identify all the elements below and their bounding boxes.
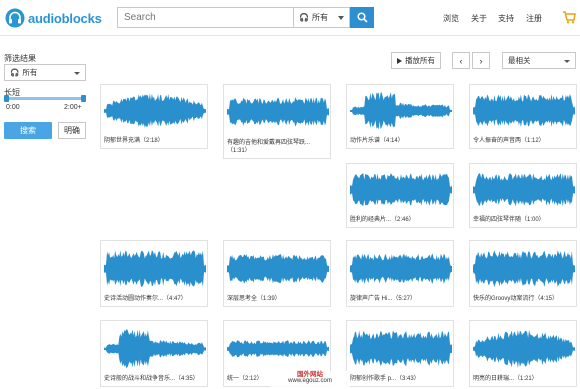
filter-search-button[interactable]: 搜索 <box>4 122 52 139</box>
result-card[interactable]: 令人振奋的声音两（1:12） <box>469 84 577 149</box>
waveform-image <box>350 173 452 207</box>
waveform-shape <box>227 97 329 127</box>
result-title: 胜利的经典片...（2:46） <box>350 217 415 223</box>
waveform-shape <box>350 92 452 130</box>
waveform-shape <box>104 329 206 369</box>
headphones-icon: 🎧 <box>10 68 20 77</box>
waveform-shape <box>473 250 575 287</box>
length-max-value: 2:00+ <box>64 104 82 111</box>
result-card[interactable]: 旋律声广告 Hi...（5:27） <box>346 240 454 307</box>
waveform-image <box>104 250 206 288</box>
length-slider-track[interactable] <box>4 97 86 100</box>
result-title: 阴郁创作歌手 p...（3:43） <box>350 376 420 382</box>
waveform-shape <box>473 329 575 368</box>
waveform-image <box>473 173 575 207</box>
play-all-button[interactable]: 播放所有 <box>391 52 441 69</box>
waveform-image <box>473 329 575 368</box>
search-scope-value: 所有 <box>311 13 328 22</box>
search-scope-select[interactable]: 🎧 所有 <box>293 7 350 28</box>
result-title: 明亮的日耕瑞...（1:21） <box>473 376 538 382</box>
length-slider-max-handle[interactable] <box>81 95 86 102</box>
result-card[interactable]: 史诗活动圆动作奏尔...（4:47） <box>100 240 208 307</box>
search-input[interactable] <box>117 7 293 28</box>
nav-register[interactable]: 注册 <box>526 13 542 24</box>
waveform-image <box>227 97 329 127</box>
search-icon <box>356 12 368 23</box>
length-slider-min-handle[interactable] <box>4 95 9 102</box>
result-title: 令人振奋的声音两（1:12） <box>473 138 545 144</box>
waveform-image <box>473 94 575 128</box>
waveform-image <box>227 340 329 358</box>
watermark: 国外网站 www.egouz.com <box>270 371 350 387</box>
waveform-shape <box>473 94 575 128</box>
search-button[interactable] <box>350 7 374 28</box>
prev-page-button[interactable]: ‹ <box>452 52 470 69</box>
result-title: 旋律声广告 Hi...（5:27） <box>350 296 417 302</box>
result-title: 快乐的Groovy动案流行（4:15） <box>473 296 559 302</box>
next-page-button[interactable]: › <box>472 52 490 69</box>
waveform-shape <box>227 340 329 358</box>
result-card[interactable]: 明亮的日耕瑞...（1:21） <box>469 320 577 387</box>
nav-about[interactable]: 关于 <box>471 13 487 24</box>
waveform-image <box>350 330 452 367</box>
filter-heading: 筛选结果 <box>4 54 36 63</box>
result-card[interactable]: 深层思考全（1:39） <box>223 240 331 307</box>
waveform-shape <box>350 253 452 284</box>
chevron-down-icon <box>74 72 80 75</box>
result-title: 阴郁世界充满（2:18） <box>104 138 164 144</box>
waveform-shape <box>104 93 206 128</box>
filter-clear-button[interactable]: 明确 <box>58 122 86 139</box>
result-card[interactable]: 幸福的四弦琴伴随（1:00） <box>469 163 577 228</box>
filter-type-select[interactable]: 🎧 所有 <box>4 64 86 81</box>
length-min-value: 0:00 <box>6 104 20 111</box>
brand-logo[interactable]: audioblocks <box>5 7 102 29</box>
result-card[interactable]: 动作片乐谱（4:14） <box>346 84 454 149</box>
nav-browse[interactable]: 浏览 <box>443 13 459 24</box>
play-icon <box>397 57 402 64</box>
nav-support[interactable]: 支持 <box>498 13 514 24</box>
result-card[interactable]: 有趣的吉他和爱戴再四弦琴跃...（1:31） <box>223 84 331 159</box>
filter-type-value: 所有 <box>22 68 38 77</box>
result-card[interactable]: 史诗般的战斗和战争音乐...（4:35） <box>100 320 208 387</box>
headphones-logo-icon <box>5 8 25 28</box>
result-title: 史诗活动圆动作奏尔...（4:47） <box>104 296 187 302</box>
sort-value: 最相关 <box>508 56 531 65</box>
waveform-image <box>104 93 206 128</box>
waveform-image <box>350 92 452 130</box>
result-card[interactable]: 胜利的经典片...（2:46） <box>346 163 454 228</box>
result-title: 动作片乐谱（4:14） <box>350 138 404 144</box>
top-header: audioblocks 🎧 所有 浏览 关于 支持 注册 <box>0 0 580 36</box>
result-card[interactable]: 快乐的Groovy动案流行（4:15） <box>469 240 577 307</box>
play-all-label: 播放所有 <box>405 56 435 65</box>
headphones-icon: 🎧 <box>299 13 309 22</box>
waveform-shape <box>104 250 206 288</box>
waveform-shape <box>350 330 452 367</box>
result-title: 史诗般的战斗和战争音乐...（4:35） <box>104 376 199 382</box>
waveform-image <box>104 329 206 369</box>
result-title: 幸福的四弦琴伴随（1:00） <box>473 217 545 223</box>
chevron-down-icon <box>338 16 344 20</box>
chevron-down-icon <box>564 60 570 63</box>
waveform-shape <box>227 253 329 284</box>
waveform-image <box>350 253 452 284</box>
waveform-image <box>473 250 575 287</box>
waveform-shape <box>350 173 452 207</box>
result-card[interactable]: 阴郁创作歌手 p...（3:43） <box>346 320 454 387</box>
watermark-url: www.egouz.com <box>288 378 332 384</box>
cart-icon[interactable] <box>562 10 576 24</box>
result-title: 深层思考全（1:39） <box>227 296 281 302</box>
brand-name: audioblocks <box>28 10 102 26</box>
watermark-title: 国外网站 <box>297 371 323 378</box>
waveform-shape <box>473 173 575 207</box>
result-title: 有趣的吉他和爱戴再四弦琴跃...（1:31） <box>227 140 311 154</box>
result-card[interactable]: 阴郁世界充满（2:18） <box>100 84 208 149</box>
waveform-image <box>227 253 329 284</box>
sort-select[interactable]: 最相关 <box>502 52 576 69</box>
